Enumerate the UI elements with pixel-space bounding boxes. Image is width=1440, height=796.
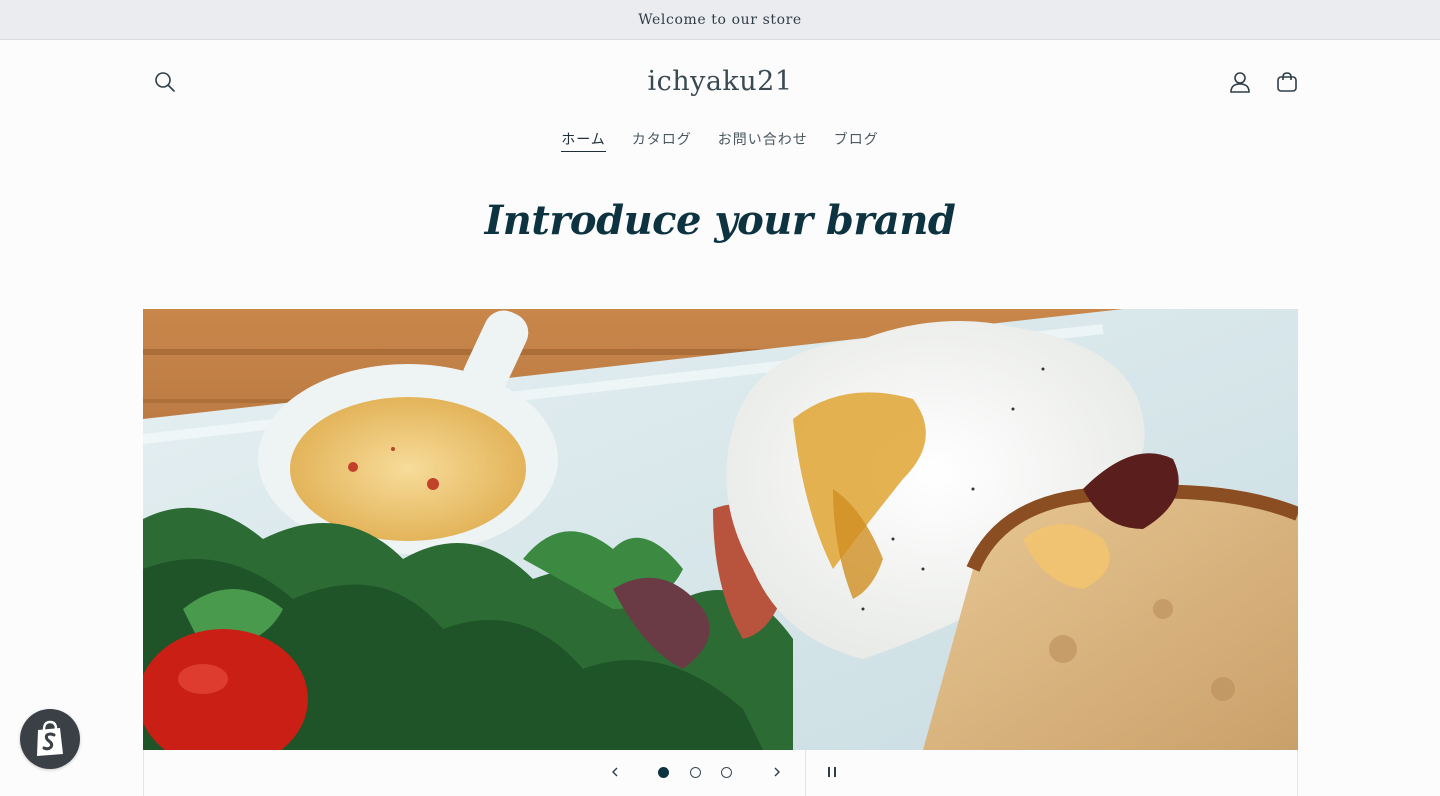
nav-item-catalog[interactable]: カタログ: [632, 129, 692, 151]
slide-next-button[interactable]: [765, 760, 789, 784]
nav-item-home[interactable]: ホーム: [561, 129, 606, 152]
slideshow-image: [143, 309, 1298, 750]
main-nav: ホーム カタログ お問い合わせ ブログ: [0, 128, 1440, 173]
slideshow-controls: [143, 750, 1298, 796]
slide-dot-2[interactable]: [690, 767, 701, 778]
nav-item-blog[interactable]: ブログ: [834, 129, 879, 151]
nav-item-contact[interactable]: お問い合わせ: [718, 129, 808, 151]
announcement-text: Welcome to our store: [638, 11, 802, 28]
slide-dot-3[interactable]: [721, 767, 732, 778]
site-header: ichyaku21: [0, 40, 1440, 128]
account-icon[interactable]: [1218, 60, 1262, 104]
slide-dot-1[interactable]: [658, 767, 669, 778]
controls-divider: [805, 750, 806, 796]
announcement-bar: Welcome to our store: [0, 0, 1440, 40]
cart-icon[interactable]: [1265, 60, 1309, 104]
hero-title: Introduce your brand: [484, 197, 956, 244]
pause-icon[interactable]: [820, 760, 844, 784]
shopify-bag-icon[interactable]: [20, 709, 80, 769]
slide-prev-button[interactable]: [603, 760, 627, 784]
